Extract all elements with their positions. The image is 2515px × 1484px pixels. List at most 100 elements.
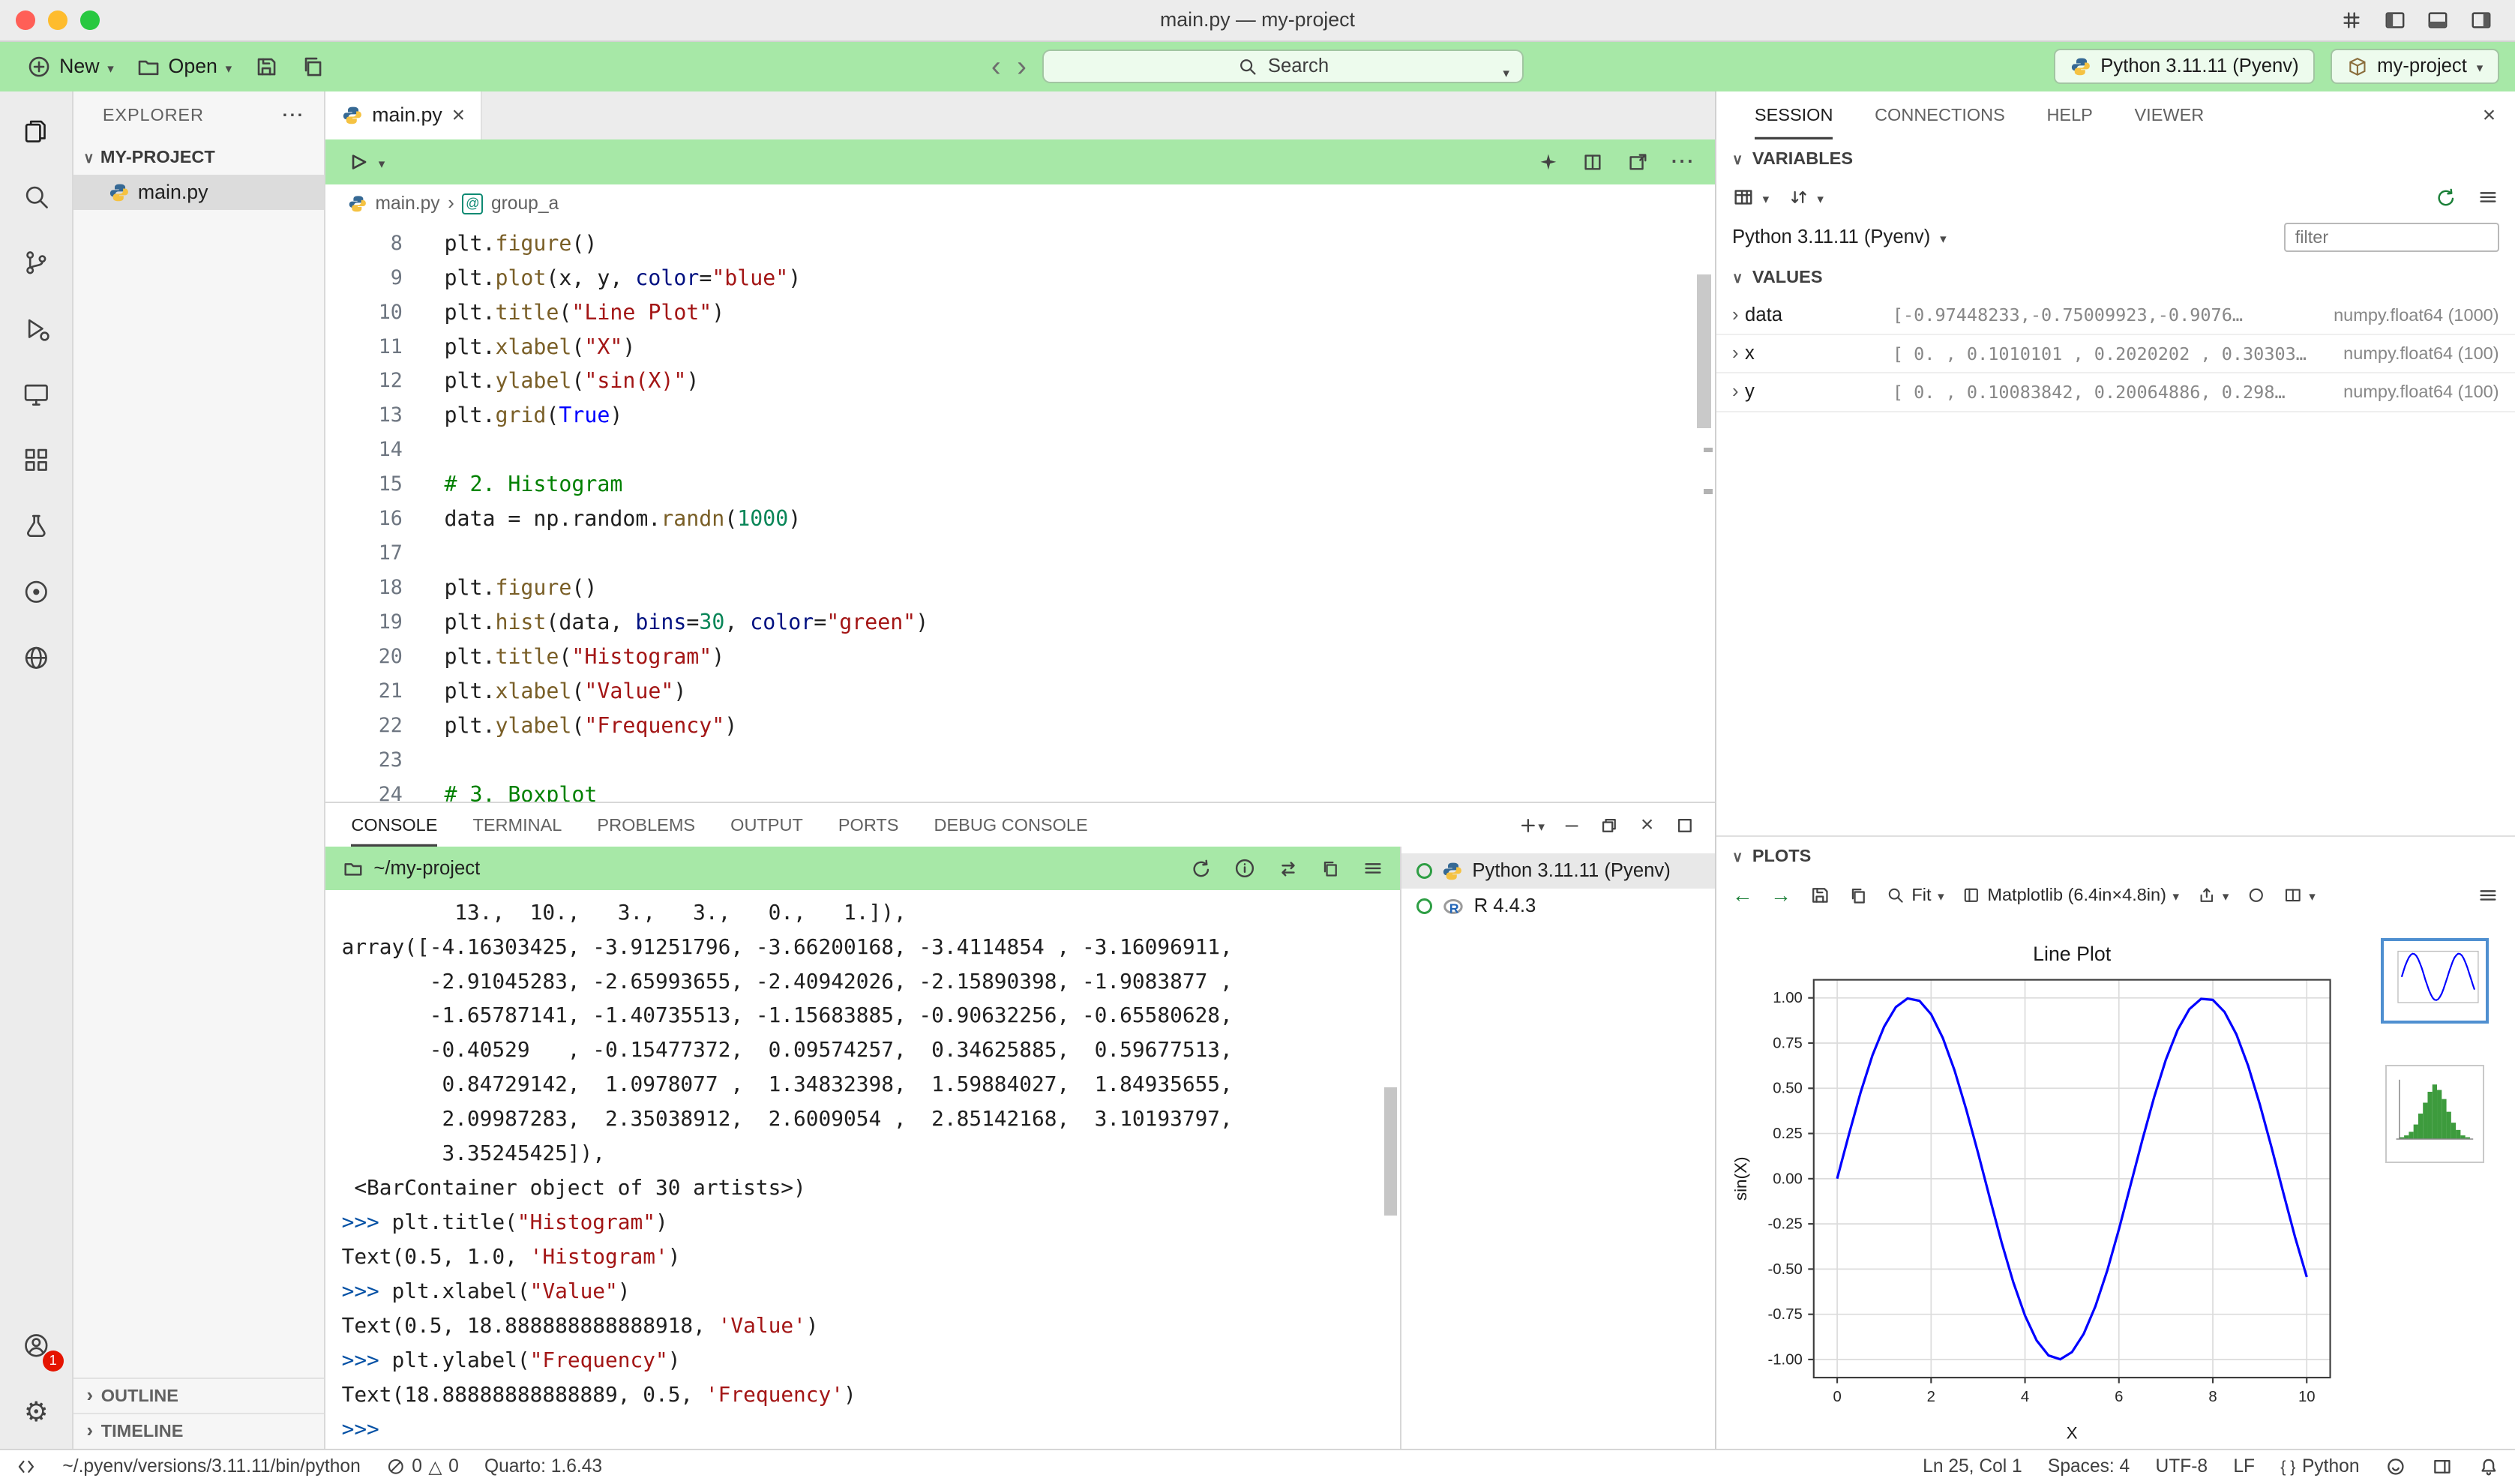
plot-layout-selector[interactable] [2283, 885, 2316, 905]
open-in-window-icon[interactable] [1626, 151, 1649, 173]
breadcrumb-file[interactable]: main.py [375, 193, 439, 214]
layout-grid-icon[interactable] [2340, 9, 2363, 31]
session-panel-tab-session[interactable]: SESSION [1755, 91, 1833, 139]
variables-menu-icon[interactable] [2477, 186, 2499, 208]
split-editor-icon[interactable] [1581, 151, 1604, 173]
timeline-section[interactable]: TIMELINE [73, 1413, 324, 1448]
status-eol[interactable]: LF [2233, 1456, 2255, 1477]
sort-icon[interactable] [1788, 187, 1809, 208]
console-scrollbar[interactable] [1384, 1087, 1397, 1216]
status-interpreter-path[interactable]: ~/.pyenv/versions/3.11.11/bin/python [62, 1456, 360, 1477]
variables-section-header[interactable]: VARIABLES [1716, 139, 2515, 178]
minimize-window-button[interactable] [48, 10, 67, 30]
variable-row[interactable]: data[-0.97448233,-0.75009923,-0.9076…num… [1716, 297, 2515, 335]
expand-icon[interactable] [1732, 381, 1739, 403]
activity-run-debug-icon[interactable] [10, 308, 61, 350]
zoom-fit-selector[interactable]: Fit [1886, 885, 1944, 905]
zoom-window-button[interactable] [80, 10, 100, 30]
sparkle-ai-icon[interactable] [1538, 151, 1559, 172]
variable-row[interactable]: y[ 0. , 0.10083842, 0.20064886, 0.298…nu… [1716, 373, 2515, 412]
run-file-icon[interactable] [345, 150, 369, 174]
interpreter-caret-icon[interactable] [1940, 226, 1947, 248]
activity-explorer-icon[interactable] [10, 111, 61, 153]
activity-console-icon[interactable] [10, 373, 61, 415]
activity-assistant-icon[interactable] [10, 571, 61, 613]
global-search-input[interactable]: Search [1042, 49, 1524, 83]
status-indentation[interactable]: Spaces: 4 [2048, 1456, 2130, 1477]
shortcuts-icon[interactable] [1277, 857, 1299, 880]
status-encoding[interactable]: UTF-8 [2155, 1456, 2208, 1477]
restore-panel-icon[interactable] [1599, 815, 1620, 836]
code-editor[interactable]: 8plt.figure()9plt.plot(x, y, color="blue… [325, 223, 1714, 802]
duplicate-console-icon[interactable] [1320, 858, 1341, 879]
expand-icon[interactable] [1732, 343, 1739, 364]
plots-menu-icon[interactable] [2477, 884, 2499, 907]
explorer-root-folder[interactable]: MY-PROJECT [73, 139, 324, 175]
console-output[interactable]: 13., 10., 3., 3., 0., 1.]),array([-4.163… [325, 890, 1400, 1448]
panel-tab-terminal[interactable]: TERMINAL [472, 803, 562, 847]
activity-source-control-icon[interactable] [10, 242, 61, 284]
plot-thumbnail-histogram[interactable] [2385, 1065, 2484, 1163]
plot-sizing-selector[interactable]: Matplotlib (6.4in×4.8in) [1962, 885, 2179, 905]
theme-circle-icon[interactable] [2247, 886, 2266, 905]
group-by-icon[interactable] [1732, 186, 1755, 208]
next-plot-icon[interactable] [1770, 883, 1791, 907]
explorer-file-mainpy[interactable]: main.py [73, 175, 324, 210]
toggle-right-panel-icon[interactable] [2470, 9, 2493, 31]
run-options-caret-icon[interactable] [379, 151, 385, 173]
expand-icon[interactable] [1732, 304, 1739, 326]
editor-tab-mainpy[interactable]: main.py [325, 91, 482, 139]
account-icon[interactable]: 1 [10, 1325, 61, 1367]
status-cursor-position[interactable]: Ln 25, Col 1 [1923, 1456, 2022, 1477]
toggle-bottom-panel-icon[interactable] [2427, 9, 2449, 31]
activity-search-icon[interactable] [10, 176, 61, 218]
toggle-left-panel-icon[interactable] [2384, 9, 2406, 31]
save-plot-icon[interactable] [1809, 885, 1830, 906]
session-panel-tab-help[interactable]: HELP [2046, 91, 2092, 139]
close-tab-icon[interactable] [452, 103, 465, 128]
status-language-mode[interactable]: Python [2280, 1456, 2359, 1477]
session-item-python[interactable]: Python 3.11.11 (Pyenv) [1401, 853, 1714, 889]
save-icon[interactable] [243, 47, 289, 85]
variable-row[interactable]: x[ 0. , 0.1010101 , 0.2020202 , 0.30303…… [1716, 335, 2515, 373]
remote-indicator-icon[interactable] [16, 1456, 37, 1477]
new-button[interactable]: New [16, 47, 124, 85]
minimize-panel-icon[interactable] [1566, 812, 1578, 838]
nav-back-icon[interactable] [991, 50, 1001, 83]
session-panel-tab-viewer[interactable]: VIEWER [2134, 91, 2204, 139]
feedback-icon[interactable] [2385, 1456, 2406, 1477]
activity-extensions-icon[interactable] [10, 439, 61, 481]
panel-tab-console[interactable]: CONSOLE [351, 803, 437, 847]
new-console-plus-icon[interactable] [1518, 814, 1545, 836]
nav-forward-icon[interactable] [1017, 50, 1027, 83]
editor-scrollbar[interactable] [1697, 274, 1711, 428]
plot-thumbnail-line[interactable] [2381, 938, 2490, 1023]
session-panel-tab-connections[interactable]: CONNECTIONS [1875, 91, 2005, 139]
bell-icon[interactable] [2478, 1456, 2499, 1477]
console-menu-icon[interactable] [1362, 857, 1384, 880]
save-all-icon[interactable] [289, 47, 336, 85]
project-selector[interactable]: my-project [2331, 49, 2499, 84]
panel-tab-ports[interactable]: PORTS [838, 803, 899, 847]
variables-filter-input[interactable] [2284, 223, 2499, 252]
refresh-icon[interactable] [2435, 186, 2457, 208]
info-icon[interactable] [1234, 857, 1256, 880]
explorer-more-icon[interactable] [283, 105, 305, 125]
activity-testing-icon[interactable] [10, 505, 61, 547]
variables-interpreter-label[interactable]: Python 3.11.11 (Pyenv) [1732, 226, 1930, 248]
close-panel-icon[interactable] [1641, 812, 1653, 838]
previous-plot-icon[interactable] [1732, 883, 1753, 907]
maximize-panel-icon[interactable] [1674, 815, 1695, 836]
layout-toggle-icon[interactable] [2432, 1456, 2453, 1477]
settings-gear-icon[interactable] [10, 1391, 61, 1433]
close-session-panel-icon[interactable] [2483, 103, 2496, 128]
copy-plot-icon[interactable] [1848, 885, 1869, 906]
values-section-header[interactable]: VALUES [1716, 258, 2515, 296]
activity-publish-icon[interactable] [10, 637, 61, 679]
breadcrumb-symbol[interactable]: group_a [491, 193, 559, 214]
panel-tab-problems[interactable]: PROBLEMS [597, 803, 695, 847]
panel-tab-output[interactable]: OUTPUT [730, 803, 803, 847]
panel-tab-debug-console[interactable]: DEBUG CONSOLE [934, 803, 1088, 847]
export-plot-selector[interactable] [2197, 885, 2229, 905]
status-problems[interactable]: 0 0 [386, 1456, 459, 1478]
